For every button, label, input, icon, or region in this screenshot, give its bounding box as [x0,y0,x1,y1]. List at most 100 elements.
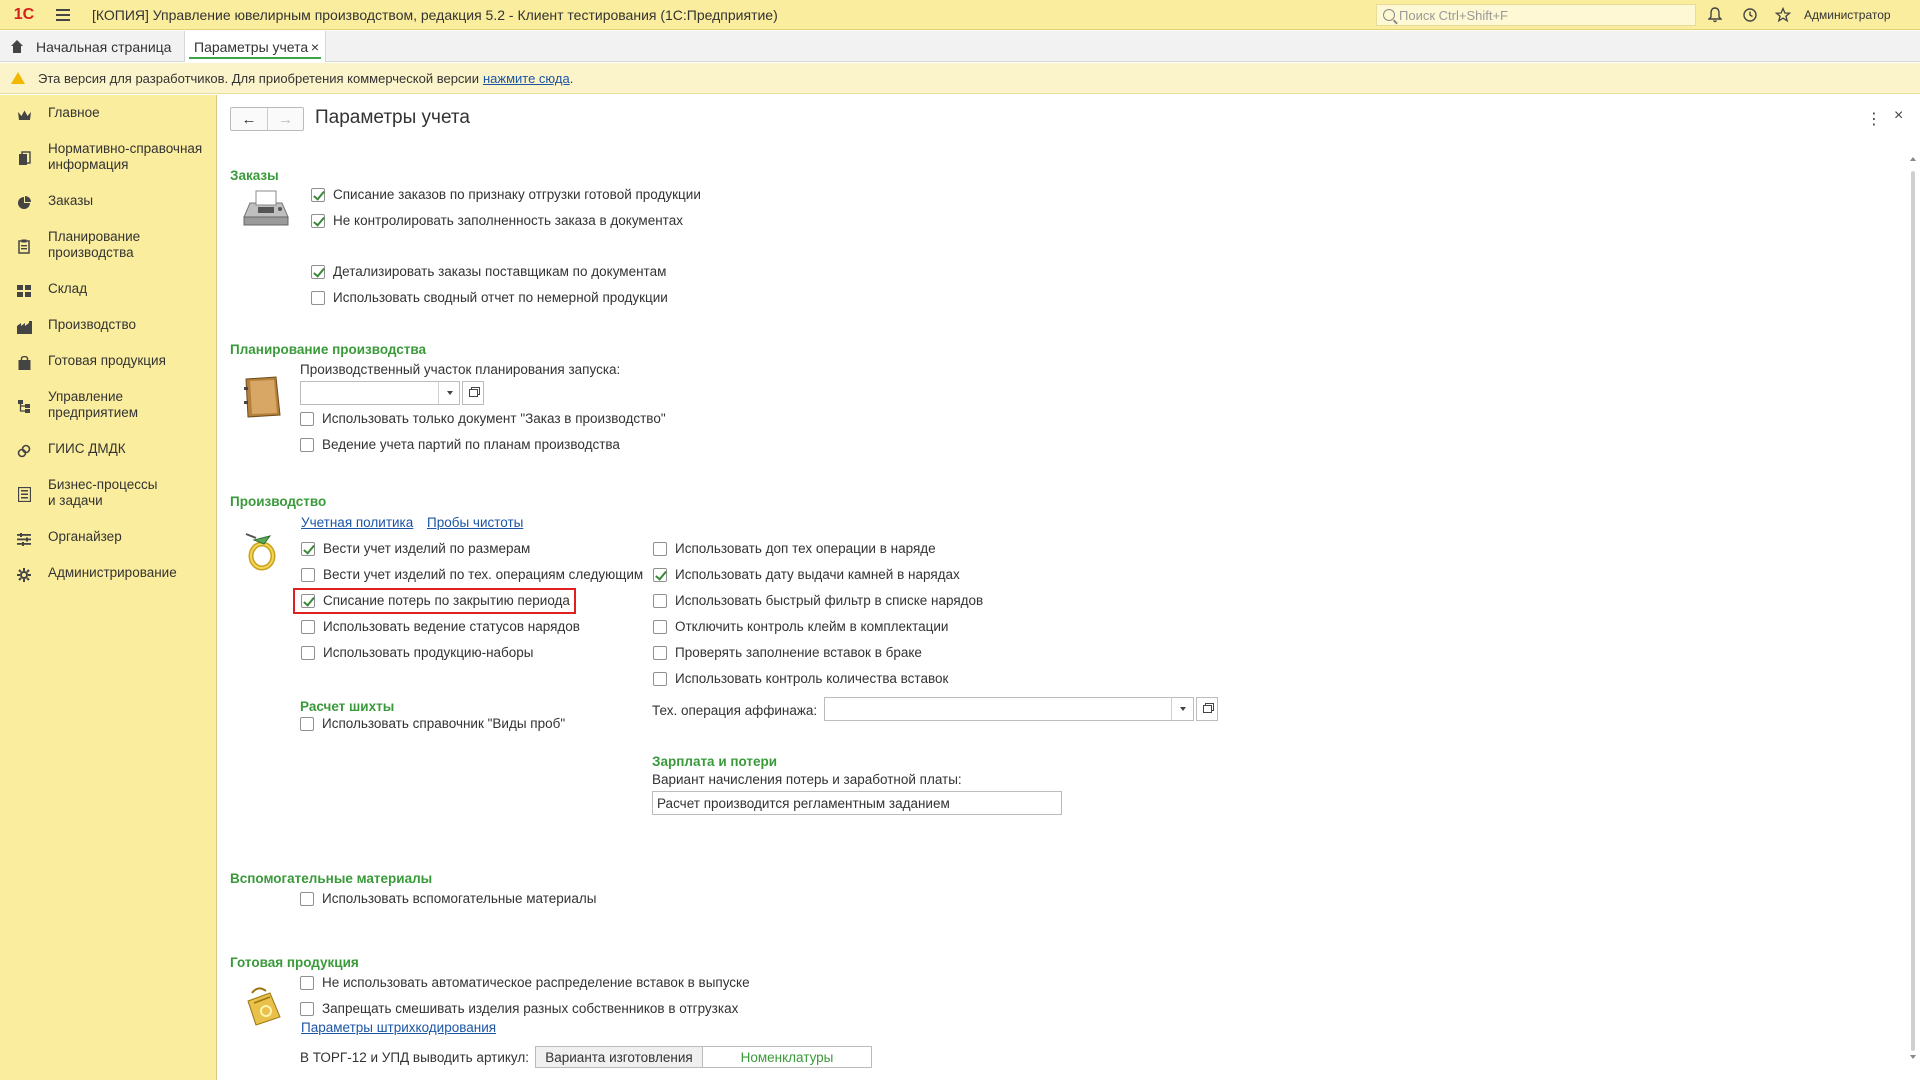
checkbox-label: Не использовать автоматическое распредел… [322,975,750,990]
chevron-down-icon[interactable] [1171,698,1193,720]
bell-icon[interactable] [1705,5,1725,25]
checkbox-box[interactable] [301,645,315,660]
star-icon[interactable] [1773,5,1793,25]
tab-home[interactable]: Начальная страница [0,31,171,62]
sidebar-item-admin[interactable]: Администрирование [0,565,217,583]
checkbox-box[interactable] [300,411,314,426]
checkbox-orders-writeoff-shipment[interactable]: Списание заказов по признаку отгрузки го… [311,187,701,202]
page-title: Параметры учета [315,107,470,128]
warning-text: Эта версия для разработчиков. Для приобр… [38,70,479,86]
checkbox-check-inserts-defect[interactable]: Проверять заполнение вставок в браке [653,645,922,660]
checkbox-only-production-order[interactable]: Использовать только документ "Заказ в пр… [300,411,666,426]
sidebar-item-giis[interactable]: ГИИС ДМДК [0,441,217,459]
checkbox-label: Использовать контроль количества вставок [675,671,949,686]
sidebar-item-label: Производство [48,317,137,332]
accounting-policy-link[interactable]: Учетная политика [301,515,413,530]
tabs-bar: Начальная страница Параметры учета × [0,31,1920,62]
checkbox-box[interactable] [311,290,325,305]
sidebar-item-bp-tasks[interactable]: Бизнес-процессы и задачи [0,477,217,509]
buy-link[interactable]: нажмите сюда [483,71,570,86]
torg12-article-label: В ТОРГ-12 и УПД выводить артикул: [300,1050,530,1065]
checkbox-detail-supplier-orders[interactable]: Детализировать заказы поставщикам по док… [311,264,666,279]
checkbox-box[interactable] [300,716,314,731]
warning-icon [11,72,25,84]
sidebar-item-finished-goods[interactable]: Готовая продукция [0,353,217,371]
main-menu-icon[interactable] [48,0,78,30]
history-icon[interactable] [1740,5,1760,25]
checkbox-quick-filter[interactable]: Использовать быстрый фильтр в списке нар… [653,593,983,608]
sidebar-item-label: Главное [48,105,100,120]
salary-variant-field[interactable]: Расчет производится регламентным задание… [652,791,1062,815]
checkbox-insert-count-control[interactable]: Использовать контроль количества вставок [653,671,948,686]
open-icon[interactable] [462,381,484,405]
checkbox-box[interactable] [311,187,325,202]
sidebar-item-enterprise[interactable]: Управление предприятием [0,389,217,421]
checkbox-box[interactable] [301,541,315,556]
sidebar-item-main[interactable]: Главное [0,105,217,123]
checkbox-no-control-order-fill[interactable]: Не контролировать заполненность заказа в… [311,213,683,228]
checkbox-box[interactable] [301,619,315,634]
checkbox-box[interactable] [301,567,315,582]
checkbox-sample-types-catalog[interactable]: Использовать справочник "Виды проб" [300,716,565,731]
checkbox-track-by-size[interactable]: Вести учет изделий по размерам [301,541,530,556]
refining-operation-select[interactable] [824,697,1194,721]
checkbox-extra-operations[interactable]: Использовать доп тех операции в наряде [653,541,936,556]
checkbox-box[interactable] [653,619,667,634]
search-input[interactable]: Поиск Ctrl+Shift+F [1376,4,1696,26]
checkbox-no-mix-owners[interactable]: Запрещать смешивать изделия разных собст… [300,1001,738,1016]
checkbox-disable-hallmark-control[interactable]: Отключить контроль клейм в комплектации [653,619,948,634]
checkbox-label: Ведение учета партий по планам производс… [322,437,620,452]
chevron-down-icon[interactable] [438,382,460,404]
checkbox-batch-accounting-plans[interactable]: Ведение учета партий по планам производс… [300,437,620,452]
checkbox-track-by-operations[interactable]: Вести учет изделий по тех. операциям сле… [301,567,643,582]
search-icon [1383,9,1395,21]
scrollbar[interactable] [1911,171,1915,1051]
checkbox-label: Использовать ведение статусов нарядов [323,619,580,634]
checkbox-stone-issue-date[interactable]: Использовать дату выдачи камней в наряда… [653,567,960,582]
books-icon [16,150,32,166]
close-form-icon[interactable]: × [1894,107,1903,125]
option-nomenclature[interactable]: Номенклатуры [703,1047,871,1067]
checkbox-label: Использовать справочник "Виды проб" [322,716,566,731]
checkbox-box[interactable] [653,645,667,660]
refining-operation-label: Тех. операция аффинажа: [652,703,818,718]
forward-button[interactable]: → [267,108,303,130]
planning-area-select[interactable] [300,381,460,405]
user-name[interactable]: Администратор [1804,8,1891,22]
sidebar-item-reference[interactable]: Нормативно-справочная информация [0,141,217,173]
checkbox-work-order-statuses[interactable]: Использовать ведение статусов нарядов [301,619,580,634]
checkbox-box[interactable] [653,671,667,686]
back-button[interactable]: ← [231,108,267,130]
checkbox-box[interactable] [653,541,667,556]
tab-accounting-params[interactable]: Параметры учета × [184,31,326,62]
sidebar-item-label: Администрирование [48,565,177,580]
checkbox-box[interactable] [653,567,667,582]
purity-samples-link[interactable]: Пробы чистоты [427,515,523,530]
checkbox-use-aux-materials[interactable]: Использовать вспомогательные материалы [300,891,596,906]
warning-dot: . [569,70,574,86]
option-variant[interactable]: Варианта изготовления [536,1047,703,1067]
checkbox-box[interactable] [300,891,314,906]
checkbox-product-sets[interactable]: Использовать продукцию-наборы [301,645,534,660]
scroll-up-arrow[interactable] [1910,157,1916,161]
checkbox-no-auto-insert-distribution[interactable]: Не использовать автоматическое распредел… [300,975,750,990]
scroll-down-arrow[interactable] [1910,1055,1916,1059]
checkbox-box[interactable] [311,264,325,279]
checkbox-label: Использовать только документ "Заказ в пр… [322,411,666,426]
checkbox-box[interactable] [300,437,314,452]
checkbox-box[interactable] [300,975,314,990]
barcode-params-link[interactable]: Параметры штрихкодирования [301,1020,496,1035]
checkbox-box[interactable] [653,593,667,608]
sidebar-item-orders[interactable]: Заказы [0,193,217,211]
sidebar-item-organizer[interactable]: Органайзер [0,529,217,547]
checkbox-box[interactable] [311,213,325,228]
checkbox-box[interactable] [300,1001,314,1016]
tab-close-icon[interactable]: × [311,39,319,55]
open-icon[interactable] [1196,697,1218,721]
app-logo[interactable]: 1С [6,0,42,30]
sidebar-item-production[interactable]: Производство [0,317,217,335]
checkbox-summary-report-unmeasured[interactable]: Использовать сводный отчет по немерной п… [311,290,668,305]
sidebar-item-warehouse[interactable]: Склад [0,281,217,299]
sidebar-item-planning[interactable]: Планирование производства [0,229,217,261]
more-actions-icon[interactable]: ⋮ [1866,109,1882,129]
